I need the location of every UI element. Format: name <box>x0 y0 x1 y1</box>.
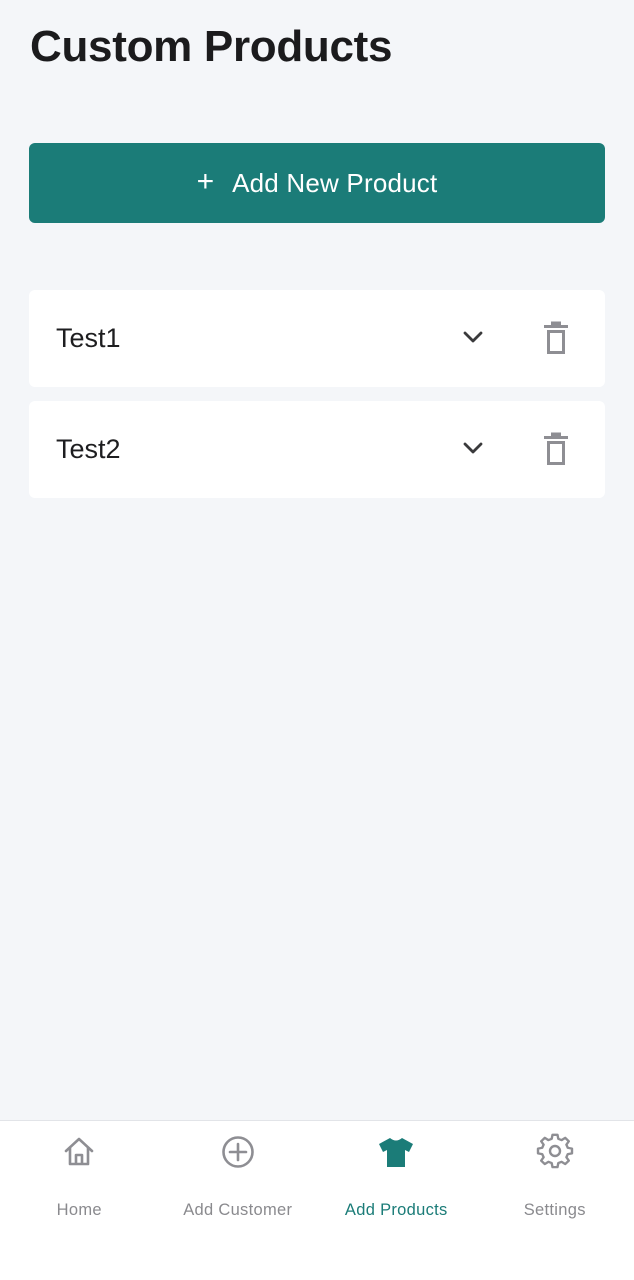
gear-icon <box>536 1133 573 1169</box>
product-list: Test1 Test2 <box>29 290 605 512</box>
trash-icon[interactable] <box>541 320 571 356</box>
product-card[interactable]: Test1 <box>29 290 605 387</box>
product-card[interactable]: Test2 <box>29 401 605 498</box>
tab-settings-label: Settings <box>523 1201 586 1219</box>
tab-settings[interactable]: Settings <box>476 1121 634 1280</box>
product-name: Test1 <box>56 323 121 353</box>
plus-icon: + <box>196 165 215 198</box>
chevron-down-icon[interactable] <box>459 434 487 462</box>
trash-icon[interactable] <box>541 431 571 467</box>
tshirt-icon <box>379 1138 414 1167</box>
product-name: Test2 <box>56 434 121 464</box>
tab-home[interactable]: Home <box>0 1121 159 1280</box>
tab-add-products[interactable]: Add Products <box>317 1121 476 1280</box>
add-new-product-label: Add New Product <box>232 167 438 198</box>
chevron-down-icon[interactable] <box>459 323 487 351</box>
add-new-product-button[interactable]: + Add New Product <box>29 143 605 223</box>
tab-add-customer-label: Add Customer <box>183 1201 293 1219</box>
tab-home-label: Home <box>56 1201 102 1219</box>
bottom-tab-bar: Home Add Customer Add Products Settings <box>0 1120 634 1280</box>
page-title: Custom Products <box>30 22 393 71</box>
tab-add-customer[interactable]: Add Customer <box>159 1121 318 1280</box>
tab-add-products-label: Add Products <box>344 1201 448 1219</box>
home-icon <box>64 1137 94 1166</box>
plus-circle-icon <box>221 1136 254 1168</box>
